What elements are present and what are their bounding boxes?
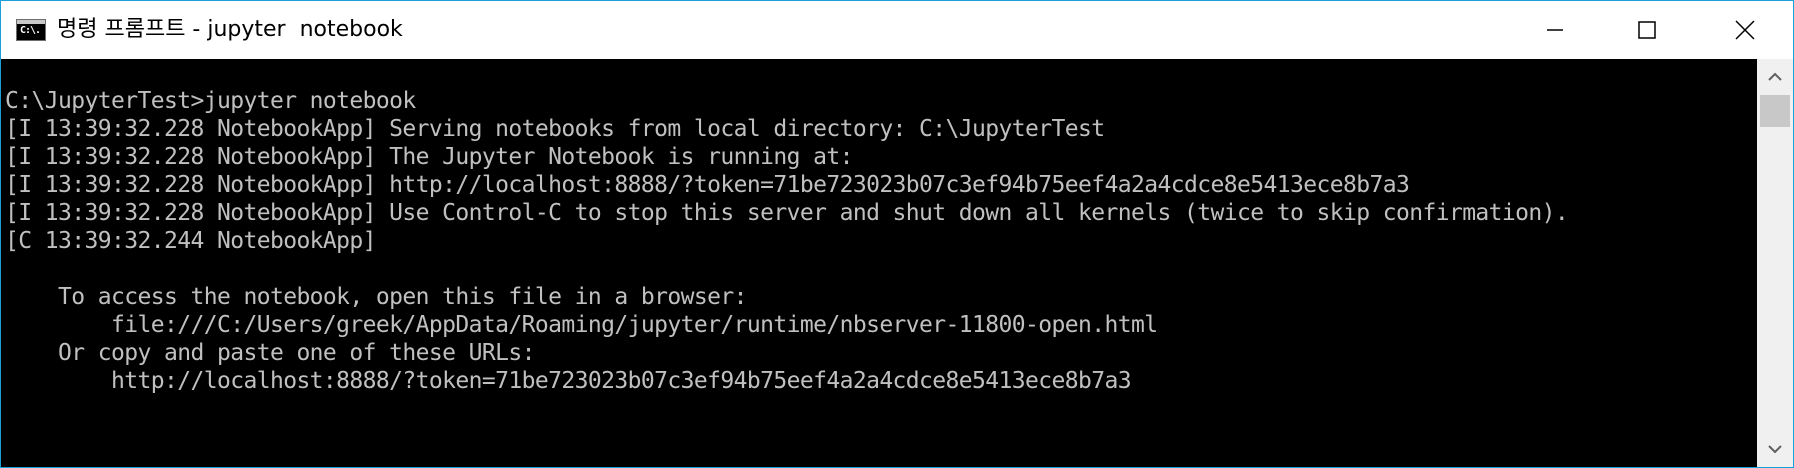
console-line-access-info: To access the notebook, open this file i… xyxy=(5,284,747,310)
console-line-blank xyxy=(5,255,1568,283)
cmd-icon-label: C:\. xyxy=(20,25,41,36)
title-bar[interactable]: C:\. 명령 프롬프트 - jupyter notebook xyxy=(1,1,1793,59)
maximize-button[interactable] xyxy=(1601,1,1693,59)
scroll-down-arrow-icon xyxy=(1768,445,1782,454)
scroll-down-button[interactable] xyxy=(1757,431,1793,467)
window-title: 명령 프롬프트 - jupyter notebook xyxy=(57,17,403,42)
minimize-button[interactable] xyxy=(1509,1,1601,59)
console-line-serving: [I 13:39:32.228 NotebookApp] Serving not… xyxy=(5,116,1105,142)
minimize-icon xyxy=(1547,29,1563,31)
console-line-control-c: [I 13:39:32.228 NotebookApp] Use Control… xyxy=(5,200,1569,226)
scroll-up-button[interactable] xyxy=(1757,59,1793,95)
vertical-scrollbar[interactable] xyxy=(1757,59,1793,467)
close-icon xyxy=(1735,20,1755,40)
console-output-area[interactable]: C:\JupyterTest>jupyter notebook [I 13:39:… xyxy=(1,59,1757,467)
console-line-command: C:\JupyterTest>jupyter notebook xyxy=(5,88,416,114)
command-prompt-window: C:\. 명령 프롬프트 - jupyter notebook C:\Jupyt… xyxy=(0,0,1794,468)
console-line-running-at: [I 13:39:32.228 NotebookApp] The Jupyter… xyxy=(5,144,853,170)
scroll-thumb[interactable] xyxy=(1760,95,1790,127)
cmd-icon[interactable]: C:\. xyxy=(16,19,46,41)
console-line-url: [I 13:39:32.228 NotebookApp] http://loca… xyxy=(5,172,1410,198)
console-line-file-path: file:///C:/Users/greek/AppData/Roaming/j… xyxy=(5,312,1158,338)
console-line-critical: [C 13:39:32.244 NotebookApp] xyxy=(5,228,377,254)
console-text: C:\JupyterTest>jupyter notebook [I 13:39:… xyxy=(5,87,1569,395)
console-line-token-url: http://localhost:8888/?token=71be723023b… xyxy=(5,368,1132,394)
cmd-icon-titlebar xyxy=(17,20,45,24)
console-line-copy-paste: Or copy and paste one of these URLs: xyxy=(5,340,536,366)
close-button[interactable] xyxy=(1697,1,1793,59)
maximize-icon xyxy=(1638,21,1656,39)
scroll-up-arrow-icon xyxy=(1768,72,1782,81)
